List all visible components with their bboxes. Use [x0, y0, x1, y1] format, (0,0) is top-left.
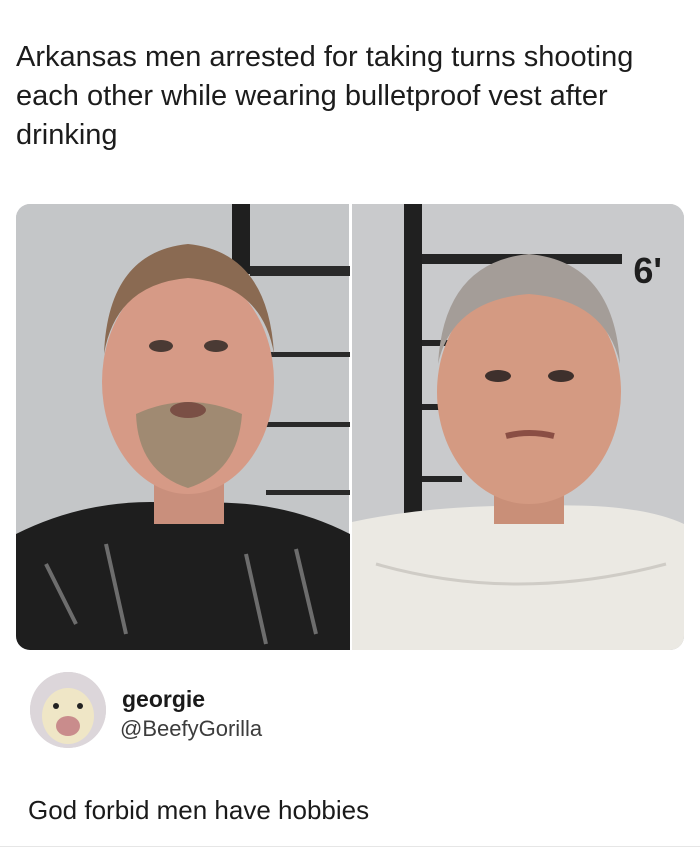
- mugshot-illustration: [16, 204, 684, 650]
- avatar[interactable]: [30, 672, 106, 748]
- post-text: God forbid men have hobbies: [28, 795, 370, 825]
- avatar-icon: [30, 672, 106, 748]
- headline: Arkansas men arrested for taking turns s…: [16, 41, 634, 151]
- user-handle[interactable]: @BeefyGorilla: [120, 716, 262, 742]
- divider: [0, 846, 700, 847]
- height-mark: 6': [633, 250, 662, 291]
- mugshot-photo: 6': [16, 204, 684, 650]
- user-name[interactable]: georgie: [122, 686, 205, 713]
